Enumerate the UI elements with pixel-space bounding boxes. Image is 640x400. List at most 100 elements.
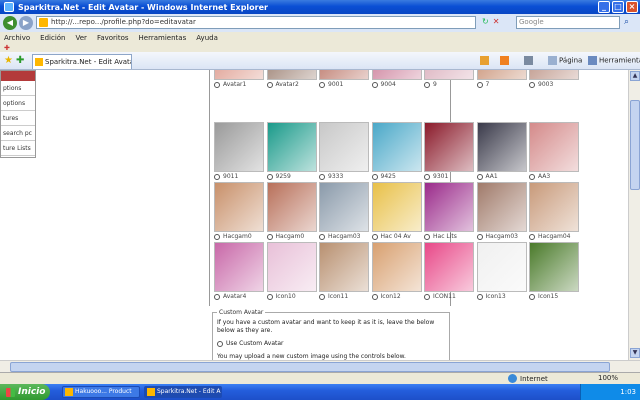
avatar-radio[interactable] — [476, 81, 483, 88]
avatar-image[interactable] — [266, 70, 317, 80]
avatar-radio[interactable] — [424, 293, 430, 300]
avatar-option[interactable]: Avatar4 — [214, 242, 266, 301]
avatar-image[interactable] — [529, 122, 579, 172]
avatar-image[interactable] — [319, 70, 369, 80]
avatar-radio[interactable] — [529, 81, 535, 88]
avatar-image[interactable] — [371, 242, 422, 292]
avatar-image[interactable] — [529, 182, 579, 232]
avatar-option[interactable]: Icon10 — [266, 242, 319, 301]
vertical-scrollbar[interactable]: ▲ ▼ — [628, 70, 640, 360]
avatar-option[interactable]: Hacgam0 — [266, 182, 319, 241]
avatar-radio[interactable] — [476, 173, 483, 180]
avatar-radio[interactable] — [266, 81, 273, 88]
avatar-option[interactable]: Hacgam04 — [529, 182, 581, 241]
avatar-radio[interactable] — [319, 293, 325, 300]
avatar-radio[interactable] — [214, 81, 220, 88]
add-favorite-icon[interactable]: ✚ — [16, 55, 24, 66]
avatar-option[interactable]: Icon13 — [476, 242, 529, 301]
close-button[interactable]: × — [626, 1, 638, 13]
maximize-button[interactable]: □ — [612, 1, 624, 13]
avatar-option[interactable]: Hacgam03 — [476, 182, 529, 241]
avatar-option[interactable]: 9259 — [266, 122, 319, 181]
avatar-radio[interactable] — [371, 293, 378, 300]
sidebar-item[interactable]: search pc — [1, 126, 35, 141]
avatar-image[interactable] — [424, 182, 474, 232]
links-icon[interactable]: ✚ — [4, 44, 12, 52]
home-icon[interactable] — [480, 56, 491, 65]
avatar-option[interactable]: 9011 — [214, 122, 266, 181]
avatar-image[interactable] — [476, 182, 527, 232]
avatar-image[interactable] — [476, 242, 527, 292]
sidebar-item[interactable]: ture Lists — [1, 141, 35, 156]
avatar-radio[interactable] — [529, 173, 535, 180]
sidebar-item[interactable]: options — [1, 96, 35, 111]
menu-file[interactable]: Archivo — [4, 34, 30, 42]
menu-favorites[interactable]: Favoritos — [97, 34, 129, 42]
avatar-radio[interactable] — [529, 233, 535, 240]
avatar-image[interactable] — [214, 182, 264, 232]
avatar-image[interactable] — [371, 182, 422, 232]
avatar-option[interactable]: Icon12 — [371, 242, 424, 301]
avatar-option[interactable]: AA1 — [476, 122, 529, 181]
zoom-level[interactable]: 100% — [598, 374, 618, 382]
avatar-image[interactable] — [529, 70, 579, 80]
avatar-option[interactable]: 9425 — [371, 122, 424, 181]
avatar-radio[interactable] — [476, 233, 483, 240]
avatar-image[interactable] — [424, 242, 474, 292]
avatar-image[interactable] — [424, 122, 474, 172]
avatar-radio[interactable] — [266, 233, 273, 240]
sidebar-item[interactable]: tures — [1, 111, 35, 126]
stop-icon[interactable]: ✕ — [493, 17, 500, 26]
tools-menu-button[interactable]: Herramientas — [588, 56, 640, 65]
avatar-option[interactable]: 7 — [476, 70, 529, 89]
avatar-image[interactable] — [371, 122, 422, 172]
avatar-option[interactable]: Avatar1 — [214, 70, 266, 89]
avatar-option[interactable]: 9301 — [424, 122, 476, 181]
use-custom-avatar-option[interactable]: Use Custom Avatar — [217, 340, 284, 347]
url-input[interactable]: http://...repo.../profile.php?do=editava… — [36, 16, 476, 29]
menu-tools[interactable]: Herramientas — [139, 34, 187, 42]
avatar-option[interactable]: ICON11 — [424, 242, 476, 301]
menu-edit[interactable]: Edición — [40, 34, 65, 42]
avatar-radio[interactable] — [214, 233, 220, 240]
avatar-image[interactable] — [214, 122, 264, 172]
back-button[interactable]: ◀ — [3, 16, 17, 30]
avatar-image[interactable] — [214, 242, 264, 292]
avatar-option[interactable]: Avatar2 — [266, 70, 319, 89]
horizontal-scrollbar[interactable] — [0, 360, 640, 372]
print-icon[interactable] — [524, 56, 535, 65]
avatar-image[interactable] — [371, 70, 422, 80]
minimize-button[interactable]: _ — [598, 1, 610, 13]
avatar-radio[interactable] — [266, 293, 273, 300]
avatar-radio[interactable] — [319, 81, 325, 88]
avatar-radio[interactable] — [371, 81, 378, 88]
avatar-radio[interactable] — [424, 81, 430, 88]
avatar-option[interactable]: Icon11 — [319, 242, 371, 301]
horizontal-scroll-thumb[interactable] — [10, 362, 610, 372]
avatar-option[interactable]: AA3 — [529, 122, 581, 181]
avatar-image[interactable] — [266, 182, 317, 232]
forward-button[interactable]: ▶ — [19, 16, 33, 30]
avatar-option[interactable]: 9003 — [529, 70, 581, 89]
avatar-option[interactable]: Hac Lits — [424, 182, 476, 241]
avatar-option[interactable]: Hac 04 Av — [371, 182, 424, 241]
avatar-radio[interactable] — [424, 173, 430, 180]
avatar-radio[interactable] — [319, 233, 325, 240]
avatar-radio[interactable] — [371, 173, 378, 180]
avatar-radio[interactable] — [424, 233, 430, 240]
use-custom-avatar-radio[interactable] — [217, 340, 223, 347]
avatar-image[interactable] — [266, 122, 317, 172]
search-input[interactable]: Google — [516, 16, 620, 29]
start-button[interactable]: Inicio — [0, 384, 50, 400]
avatar-radio[interactable] — [266, 173, 273, 180]
avatar-option[interactable]: 9333 — [319, 122, 371, 181]
avatar-radio[interactable] — [214, 173, 220, 180]
avatar-radio[interactable] — [214, 293, 220, 300]
avatar-radio[interactable] — [371, 233, 378, 240]
vertical-scroll-thumb[interactable] — [630, 100, 640, 190]
avatar-option[interactable]: 9004 — [371, 70, 424, 89]
page-menu-button[interactable]: Página — [548, 56, 582, 65]
avatar-option[interactable]: 9001 — [319, 70, 371, 89]
avatar-radio[interactable] — [529, 293, 535, 300]
rss-icon[interactable] — [500, 56, 511, 65]
